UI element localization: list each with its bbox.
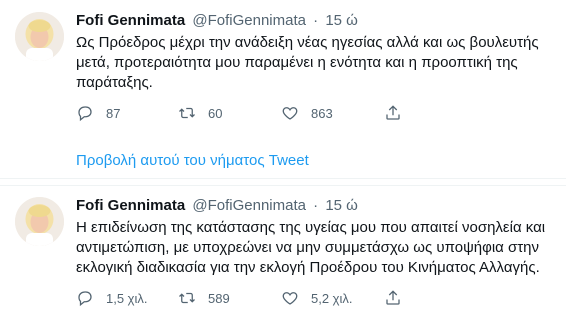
reply-button[interactable]: 87	[76, 102, 120, 124]
retweet-count: 60	[208, 105, 223, 121]
avatar[interactable]	[15, 197, 64, 246]
tweet-1[interactable]: Fofi Gennimata @FofiGennimata · 15 ώ Ως …	[0, 0, 566, 178]
like-button[interactable]: 863	[281, 102, 333, 124]
tweet-header: Fofi Gennimata @FofiGennimata · 15 ώ	[76, 11, 358, 31]
retweet-button[interactable]: 589	[178, 287, 230, 309]
retweet-icon	[179, 292, 195, 304]
tweet-time[interactable]: 15 ώ	[325, 197, 358, 214]
reply-button[interactable]: 1,5 χιλ.	[76, 287, 148, 309]
like-button[interactable]: 5,2 χιλ.	[281, 287, 353, 309]
share-button[interactable]	[384, 102, 402, 124]
tweet-text: Η επιδείνωση της κατάστασης της υγείας μ…	[76, 219, 546, 276]
author-name[interactable]: Fofi Gennimata	[76, 197, 185, 214]
like-count: 5,2 χιλ.	[311, 290, 353, 306]
reply-icon	[78, 106, 92, 122]
avatar[interactable]	[15, 12, 64, 61]
separator: ·	[313, 12, 319, 29]
tweet-time[interactable]: 15 ώ	[325, 12, 358, 29]
tweet-text: Ως Πρόεδρος μέχρι την ανάδειξη νέας ηγεσ…	[76, 34, 539, 91]
tweet-header: Fofi Gennimata @FofiGennimata · 15 ώ	[76, 196, 358, 216]
author-handle[interactable]: @FofiGennimata	[192, 197, 306, 214]
separator: ·	[313, 197, 319, 214]
retweet-button[interactable]: 60	[178, 102, 222, 124]
share-button[interactable]	[384, 287, 402, 309]
divider	[0, 178, 566, 179]
share-icon	[386, 105, 400, 120]
author-handle[interactable]: @FofiGennimata	[192, 12, 306, 29]
like-count: 863	[311, 105, 333, 121]
like-icon	[282, 292, 298, 305]
tweet-2[interactable]: Fofi Gennimata @FofiGennimata · 15 ώ Η ε…	[0, 185, 566, 331]
like-icon	[282, 107, 298, 120]
share-icon	[386, 290, 400, 305]
author-name[interactable]: Fofi Gennimata	[76, 12, 185, 29]
reply-count: 1,5 χιλ.	[106, 290, 148, 306]
retweet-count: 589	[208, 290, 230, 306]
show-thread-link[interactable]: Προβολή αυτού του νήματος Tweet	[76, 151, 309, 171]
reply-icon	[78, 291, 92, 307]
retweet-icon	[179, 107, 195, 119]
reply-count: 87	[106, 105, 121, 121]
